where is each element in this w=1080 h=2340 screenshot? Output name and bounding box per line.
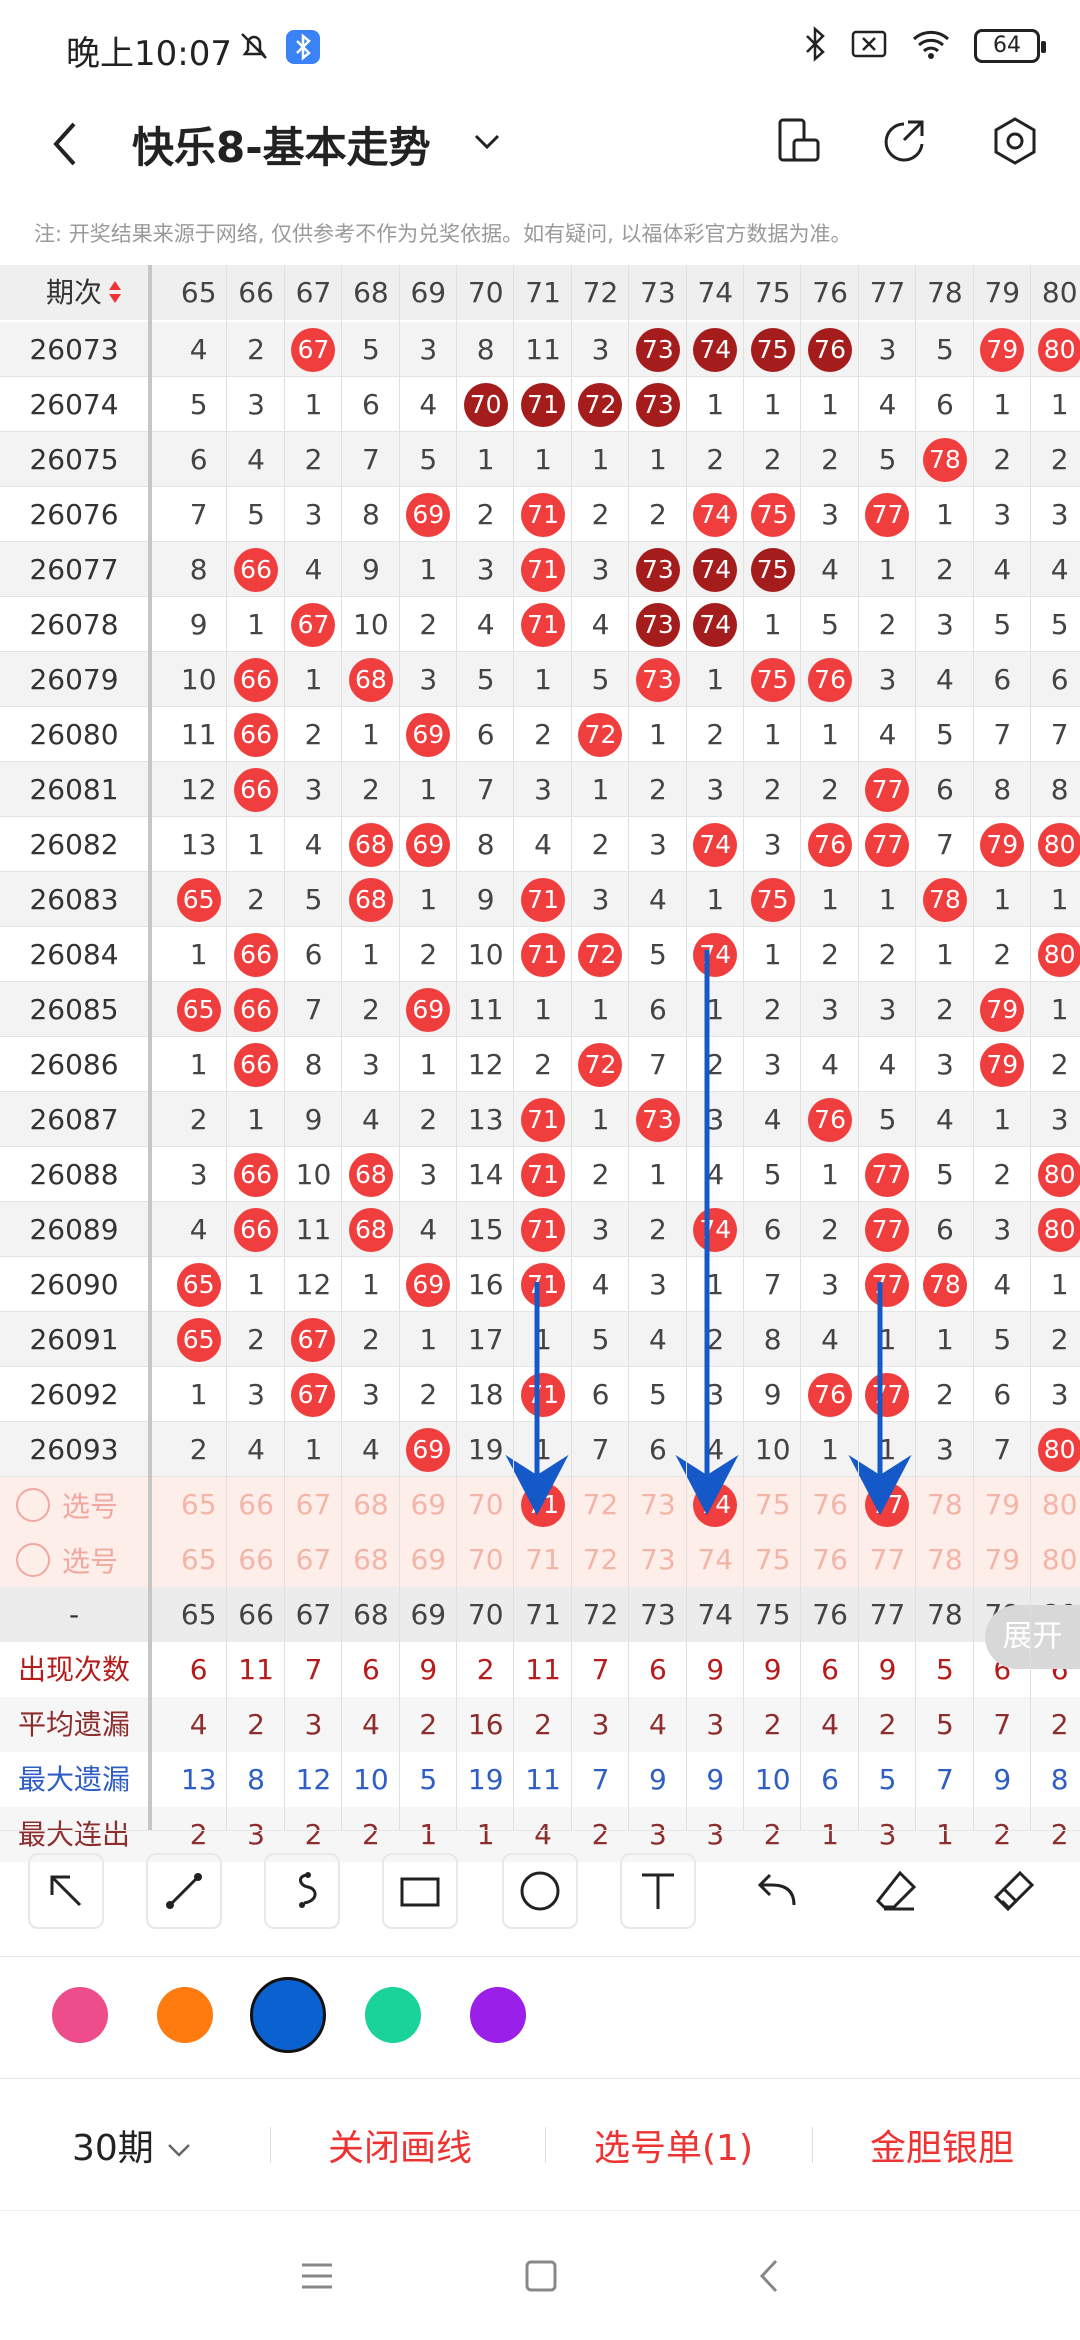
- color-blue-selected[interactable]: [250, 1977, 326, 2053]
- column-divider: [226, 265, 228, 1830]
- back-nav-icon[interactable]: [756, 2257, 782, 2299]
- golden-pick-button[interactable]: 金胆银胆: [870, 2119, 1014, 2171]
- divider: [812, 2127, 813, 2163]
- undo-icon[interactable]: [740, 1853, 816, 1929]
- color-orange[interactable]: [157, 1987, 213, 2043]
- divider: [270, 2127, 271, 2163]
- column-divider: [570, 265, 572, 1830]
- drawing-toolbar: [0, 1830, 1080, 1955]
- arrow-tool-icon[interactable]: [28, 1853, 104, 1929]
- period-label: 30期: [72, 2128, 154, 2169]
- drawn-arrow-77: [848, 1282, 912, 1516]
- trend-screen: 晚上10:07 64 快乐8-基本走势 注: 开奖结果来源于网络, 仅供参考不作…: [0, 0, 1080, 2340]
- menu-nav-icon[interactable]: [300, 2261, 334, 2295]
- color-palette: [0, 1956, 1080, 2076]
- home-nav-icon[interactable]: [524, 2259, 558, 2297]
- color-green[interactable]: [365, 1987, 421, 2043]
- column-divider: [972, 265, 974, 1830]
- pick-list-button[interactable]: 选号单(1): [594, 2119, 753, 2171]
- expand-button[interactable]: 展开: [985, 1605, 1080, 1669]
- system-nav-bar: [0, 2210, 1080, 2340]
- column-divider: [743, 265, 744, 1830]
- column-divider: [685, 265, 687, 1830]
- color-pink[interactable]: [52, 1987, 108, 2043]
- eraser-icon[interactable]: [858, 1853, 934, 1929]
- period-selector[interactable]: 30期: [72, 2119, 194, 2171]
- line-tool-icon[interactable]: [146, 1853, 222, 1929]
- chevron-down-icon: [167, 2144, 190, 2157]
- drawn-arrow-74: [675, 950, 739, 1516]
- column-divider: [148, 265, 152, 1830]
- column-divider: [341, 265, 343, 1830]
- rectangle-tool-icon[interactable]: [382, 1853, 458, 1929]
- column-divider: [857, 265, 859, 1830]
- curve-tool-icon[interactable]: [264, 1853, 340, 1929]
- column-divider: [915, 265, 917, 1830]
- color-purple[interactable]: [470, 1987, 526, 2043]
- column-divider: [398, 265, 400, 1830]
- column-divider: [1030, 265, 1031, 1830]
- circle-tool-icon[interactable]: [502, 1853, 578, 1929]
- column-divider: [628, 265, 630, 1830]
- column-divider: [456, 265, 457, 1830]
- bottom-action-bar: 30期 关闭画线 选号单(1) 金胆银胆: [0, 2078, 1080, 2208]
- text-tool-icon[interactable]: [620, 1853, 696, 1929]
- close-draw-button[interactable]: 关闭画线: [328, 2119, 472, 2171]
- clear-brush-icon[interactable]: [976, 1853, 1052, 1929]
- column-divider: [513, 265, 515, 1830]
- column-divider: [800, 265, 802, 1830]
- divider: [545, 2127, 546, 2163]
- drawn-arrow-71: [505, 1282, 569, 1516]
- column-divider: [283, 265, 285, 1830]
